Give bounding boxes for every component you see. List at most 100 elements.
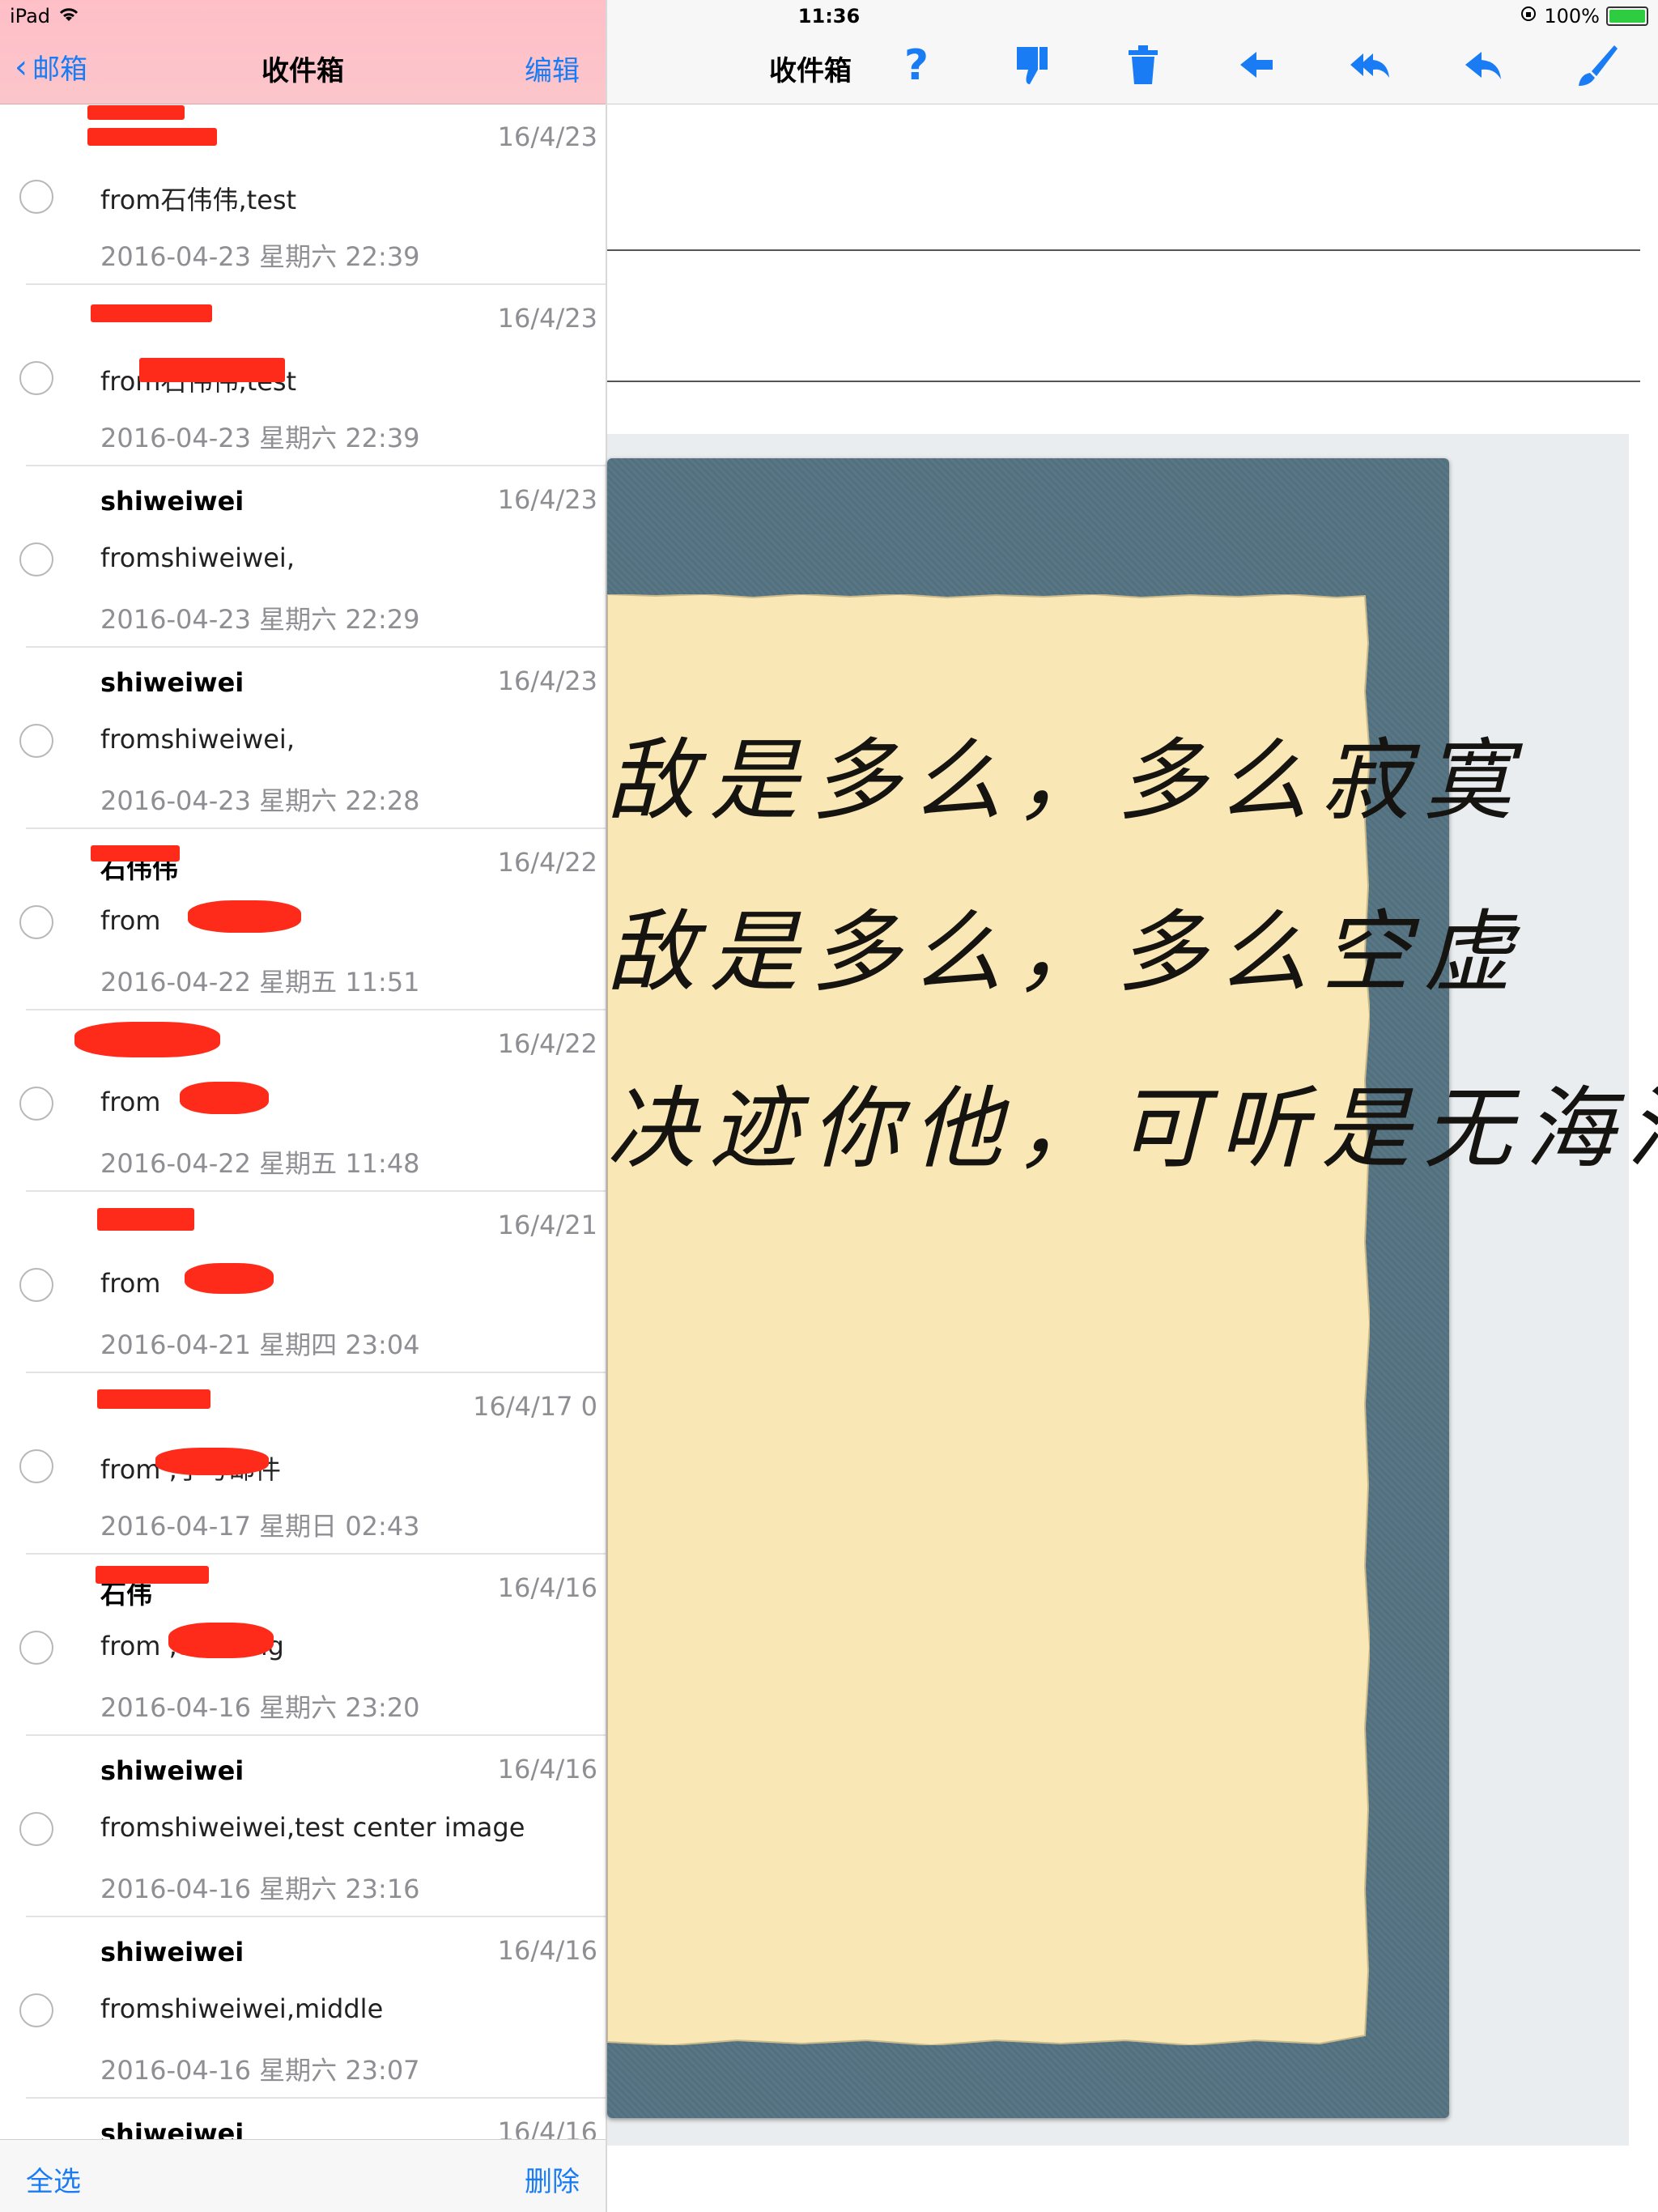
reply-icon[interactable] <box>1459 40 1507 89</box>
attachment-image[interactable]: 敌是多么，多么寂寞 敌是多么，多么空虚 决迹你他，可听是无海洋 <box>607 434 1658 2146</box>
reply-all-icon[interactable] <box>1346 40 1394 89</box>
mail-sender: shiweiwei <box>100 1755 244 1786</box>
battery-icon <box>1606 6 1648 26</box>
mail-subject: from <box>100 1087 161 1117</box>
mail-date: 16/4/23 <box>497 303 597 334</box>
select-radio[interactable] <box>19 1449 53 1483</box>
mail-sender: shiweiwei <box>100 667 244 698</box>
redaction-mark <box>87 105 185 120</box>
mail-subject: fromshiweiwei,middle <box>100 1993 384 2024</box>
select-radio[interactable] <box>19 1812 53 1846</box>
mail-date: 16/4/16 <box>497 1572 597 1603</box>
mail-timestamp: 2016-04-16 星期六 23:07 <box>100 2055 420 2086</box>
help-icon[interactable]: ? <box>892 40 941 90</box>
mail-subject: from <box>100 905 161 936</box>
mail-subject: fromshiweiwei,test center image <box>100 1812 525 1843</box>
mail-timestamp: 2016-04-16 星期六 23:20 <box>100 1692 420 1723</box>
header-divider <box>607 249 1640 251</box>
message-detail-pane: 收件箱 ? 敌是多么，多么寂寞 敌是多么，多么空虚 决迹你他，可听是无海洋 <box>607 0 1658 2212</box>
mail-date: 16/4/23 <box>497 484 597 515</box>
handwriting-line: 决迹你他，可听是无海洋 <box>607 1077 1658 1180</box>
battery-percent: 100% <box>1544 5 1600 28</box>
mailbox-list-pane: ‹ 邮箱 收件箱 编辑 16/4/23 from石伟伟,test 2016-04-2… <box>0 0 607 2212</box>
mail-row[interactable]: shiweiwei 16/4/23 fromshiweiwei, 2016-04-23… <box>19 466 606 648</box>
redaction-mark <box>96 1566 209 1584</box>
mail-row[interactable]: shiweiwei 16/4/16 fromshiweiwei,test cente… <box>19 1736 606 1917</box>
mail-timestamp: 2016-04-22 星期五 11:51 <box>100 967 420 998</box>
mail-timestamp: 2016-04-23 星期六 22:29 <box>100 604 420 635</box>
mail-date: 16/4/17 0 <box>473 1391 597 1422</box>
mail-timestamp: 2016-04-16 星期六 23:16 <box>100 1874 420 1904</box>
trash-icon[interactable] <box>1119 40 1167 89</box>
mail-row[interactable]: 16/4/21 from 2016-04-21 星期四 23:04 <box>19 1192 606 1373</box>
mail-row[interactable]: 16/4/17 0from ,手写邮件2016-04-17 星期日 02:43 <box>19 1373 606 1555</box>
edit-button[interactable]: 编辑 <box>525 49 580 88</box>
mail-row[interactable]: 石伟16/4/16from ,test img2016-04-16 星期六 23… <box>19 1555 606 1736</box>
redaction-mark <box>91 845 180 861</box>
redaction-mark <box>180 1082 269 1114</box>
mail-date: 16/4/22 <box>497 1028 597 1059</box>
redaction-mark <box>97 1208 194 1231</box>
redaction-mark <box>139 358 285 382</box>
delete-button[interactable]: 删除 <box>525 2159 580 2199</box>
mail-sender: shiweiwei <box>100 1937 244 1967</box>
brush-icon[interactable] <box>1572 40 1621 89</box>
list-toolbar: 全选 删除 <box>0 2139 606 2212</box>
image-frame: 敌是多么，多么寂寞 敌是多么，多么空虚 决迹你他，可听是无海洋 <box>607 458 1658 2118</box>
mail-date: 16/4/21 <box>497 1210 597 1240</box>
select-radio[interactable] <box>19 724 53 758</box>
forward-icon[interactable] <box>1232 40 1281 89</box>
detail-title: 收件箱 <box>769 55 852 87</box>
mail-timestamp: 2016-04-22 星期五 11:48 <box>100 1148 420 1179</box>
thumbs-down-icon[interactable] <box>1005 40 1054 89</box>
mail-timestamp: 2016-04-23 星期六 22:28 <box>100 785 420 816</box>
mail-subject: from <box>100 1268 161 1299</box>
mail-subject: fromshiweiwei, <box>100 724 295 755</box>
select-radio[interactable] <box>19 1268 53 1302</box>
status-bar: iPad 11:36 100% <box>0 0 1658 32</box>
redaction-mark <box>91 304 212 322</box>
select-radio[interactable] <box>19 180 53 214</box>
rotation-lock-icon <box>1520 5 1537 28</box>
svg-text:?: ? <box>904 41 929 89</box>
mail-date: 16/4/16 <box>497 1935 597 1966</box>
select-radio[interactable] <box>19 361 53 395</box>
list-title: 收件箱 <box>261 55 344 87</box>
select-radio[interactable] <box>19 1087 53 1121</box>
select-radio[interactable] <box>19 905 53 939</box>
redaction-mark <box>97 1389 210 1409</box>
mail-date: 16/4/22 <box>497 847 597 878</box>
select-radio[interactable] <box>19 1631 53 1665</box>
handwriting-line: 敌是多么，多么寂寞 <box>607 729 1525 832</box>
handwriting-line: 敌是多么，多么空虚 <box>607 900 1525 1004</box>
select-all-button[interactable]: 全选 <box>26 2159 81 2199</box>
mail-date: 16/4/23 <box>497 666 597 696</box>
redaction-mark <box>185 1263 274 1294</box>
mail-subject: from石伟伟,test <box>100 185 297 215</box>
mail-timestamp: 2016-04-23 星期六 22:39 <box>100 241 420 272</box>
mail-row[interactable]: 16/4/23 from石伟伟,test 2016-04-23 星期六 22:39 <box>19 104 606 285</box>
mail-timestamp: 2016-04-17 星期日 02:43 <box>100 1511 420 1542</box>
clock: 11:36 <box>797 5 861 28</box>
handwritten-letter: 敌是多么，多么寂寞 敌是多么，多么空虚 决迹你他，可听是无海洋 <box>607 594 1658 2045</box>
mail-date: 16/4/23 <box>497 121 597 152</box>
mail-row[interactable]: 16/4/22 from 2016-04-22 星期五 11:48 <box>19 1010 606 1192</box>
redaction-mark <box>155 1448 269 1475</box>
mail-sender: shiweiwei <box>100 486 244 517</box>
mail-subject: fromshiweiwei, <box>100 542 295 573</box>
mail-row[interactable]: 石伟伟 16/4/22 from 2016-04-22 星期五 11:51 <box>19 829 606 1010</box>
mail-date: 16/4/16 <box>497 1754 597 1784</box>
mail-list: 16/4/23 from石伟伟,test 2016-04-23 星期六 22:39 1… <box>0 104 606 2212</box>
mail-row[interactable]: shiweiwei 16/4/23 fromshiweiwei, 2016-04-23… <box>19 648 606 829</box>
mail-timestamp: 2016-04-21 星期四 23:04 <box>100 1329 420 1360</box>
select-radio[interactable] <box>19 1993 53 2027</box>
redaction-mark <box>74 1022 220 1057</box>
mail-row[interactable]: shiweiwei 16/4/16 fromshiweiwei,middle 2016… <box>19 1917 606 2099</box>
header-divider <box>607 381 1640 382</box>
select-radio[interactable] <box>19 542 53 576</box>
redaction-mark <box>168 1623 274 1658</box>
redaction-mark <box>188 900 301 933</box>
redaction-mark <box>87 128 217 146</box>
mail-row[interactable]: 16/4/23from石伟伟,test2016-04-23 星期六 22:39 <box>19 285 606 466</box>
mail-timestamp: 2016-04-23 星期六 22:39 <box>100 423 420 453</box>
